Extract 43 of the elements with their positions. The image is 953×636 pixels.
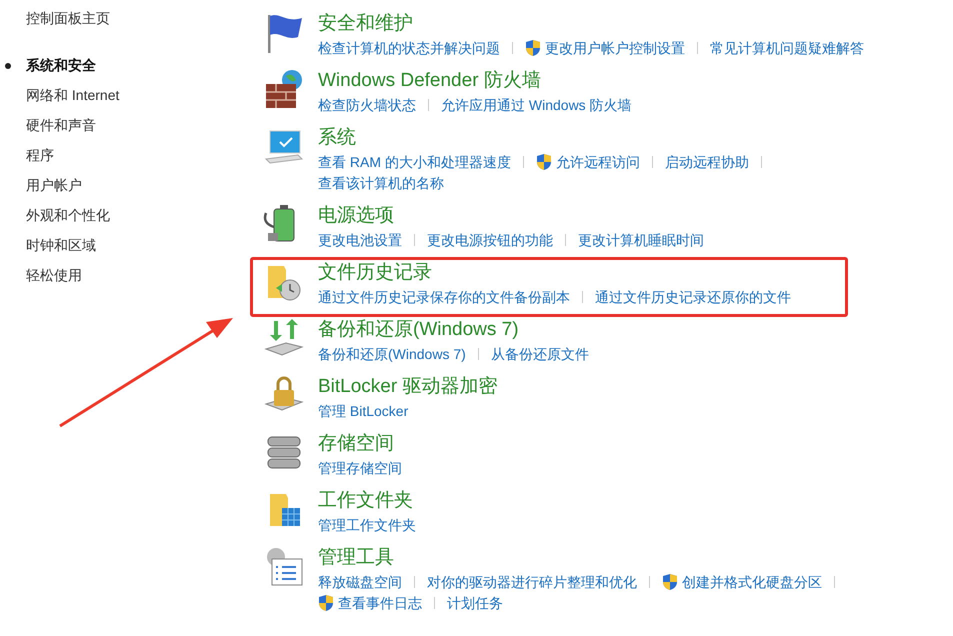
sidebar-item[interactable]: 时钟和区域 <box>5 230 96 260</box>
task-link[interactable]: 检查计算机的状态并解决问题 <box>318 38 500 58</box>
category-title[interactable]: 系统 <box>318 125 356 151</box>
task-link[interactable]: 检查防火墙状态 <box>318 94 416 114</box>
task-link[interactable]: 更改电池设置 <box>318 230 402 250</box>
task-link[interactable]: 对你的驱动器进行碎片整理和优化 <box>427 572 637 592</box>
sidebar-item[interactable]: 程序 <box>5 140 54 170</box>
sidebar-item[interactable]: 轻松使用 <box>5 260 82 290</box>
category-title[interactable]: BitLocker 驱动器加密 <box>318 374 498 400</box>
task-link[interactable]: 管理存储空间 <box>318 458 402 478</box>
task-link[interactable]: 允许远程访问 <box>556 152 640 172</box>
category-title[interactable]: Windows Defender 防火墙 <box>318 68 541 94</box>
sidebar-item[interactable]: 网络和 Internet <box>5 80 120 110</box>
task-link[interactable]: 查看事件日志 <box>338 592 422 612</box>
task-link[interactable]: 通过文件历史记录还原你的文件 <box>595 286 791 306</box>
category-title[interactable]: 电源选项 <box>318 203 394 229</box>
sidebar-item[interactable]: 外观和个性化 <box>5 200 110 230</box>
category-title[interactable]: 安全和维护 <box>318 11 413 37</box>
sidebar-item[interactable]: 系统和安全 <box>5 50 96 80</box>
task-link[interactable]: 通过文件历史记录保存你的文件备份副本 <box>318 286 570 306</box>
task-link[interactable]: 允许应用通过 Windows 防火墙 <box>441 94 632 114</box>
task-link[interactable]: 启动远程协助 <box>664 152 749 172</box>
task-link[interactable]: 常见计算机问题疑难解答 <box>710 38 864 58</box>
task-link[interactable]: 更改电源按钮的功能 <box>427 230 553 250</box>
task-link[interactable]: 更改计算机睡眠时间 <box>578 230 704 250</box>
task-link[interactable]: 创建并格式化硬盘分区 <box>682 572 822 592</box>
category-title[interactable]: 管理工具 <box>318 545 394 571</box>
task-link[interactable]: 释放磁盘空间 <box>318 572 402 592</box>
category-title[interactable]: 工作文件夹 <box>318 488 413 514</box>
task-link[interactable]: 备份和还原(Windows 7) <box>318 344 466 364</box>
task-link[interactable]: 查看 RAM 的大小和处理器速度 <box>318 152 511 172</box>
category-title[interactable]: 存储空间 <box>318 431 394 457</box>
task-link[interactable]: 计划任务 <box>447 592 503 612</box>
home-link[interactable]: 控制面板主页 <box>26 8 110 28</box>
task-link[interactable]: 更改用户帐户控制设置 <box>545 38 685 58</box>
category-title[interactable]: 文件历史记录 <box>318 260 432 286</box>
category-title[interactable]: 备份和还原(Windows 7) <box>318 317 519 343</box>
task-link[interactable]: 管理 BitLocker <box>318 400 408 420</box>
task-link[interactable]: 从备份还原文件 <box>490 344 589 364</box>
sidebar-item[interactable]: 硬件和声音 <box>5 110 96 140</box>
task-link[interactable]: 管理工作文件夹 <box>318 514 416 534</box>
task-link[interactable]: 查看该计算机的名称 <box>318 172 444 192</box>
sidebar-item[interactable]: 用户帐户 <box>5 170 82 200</box>
